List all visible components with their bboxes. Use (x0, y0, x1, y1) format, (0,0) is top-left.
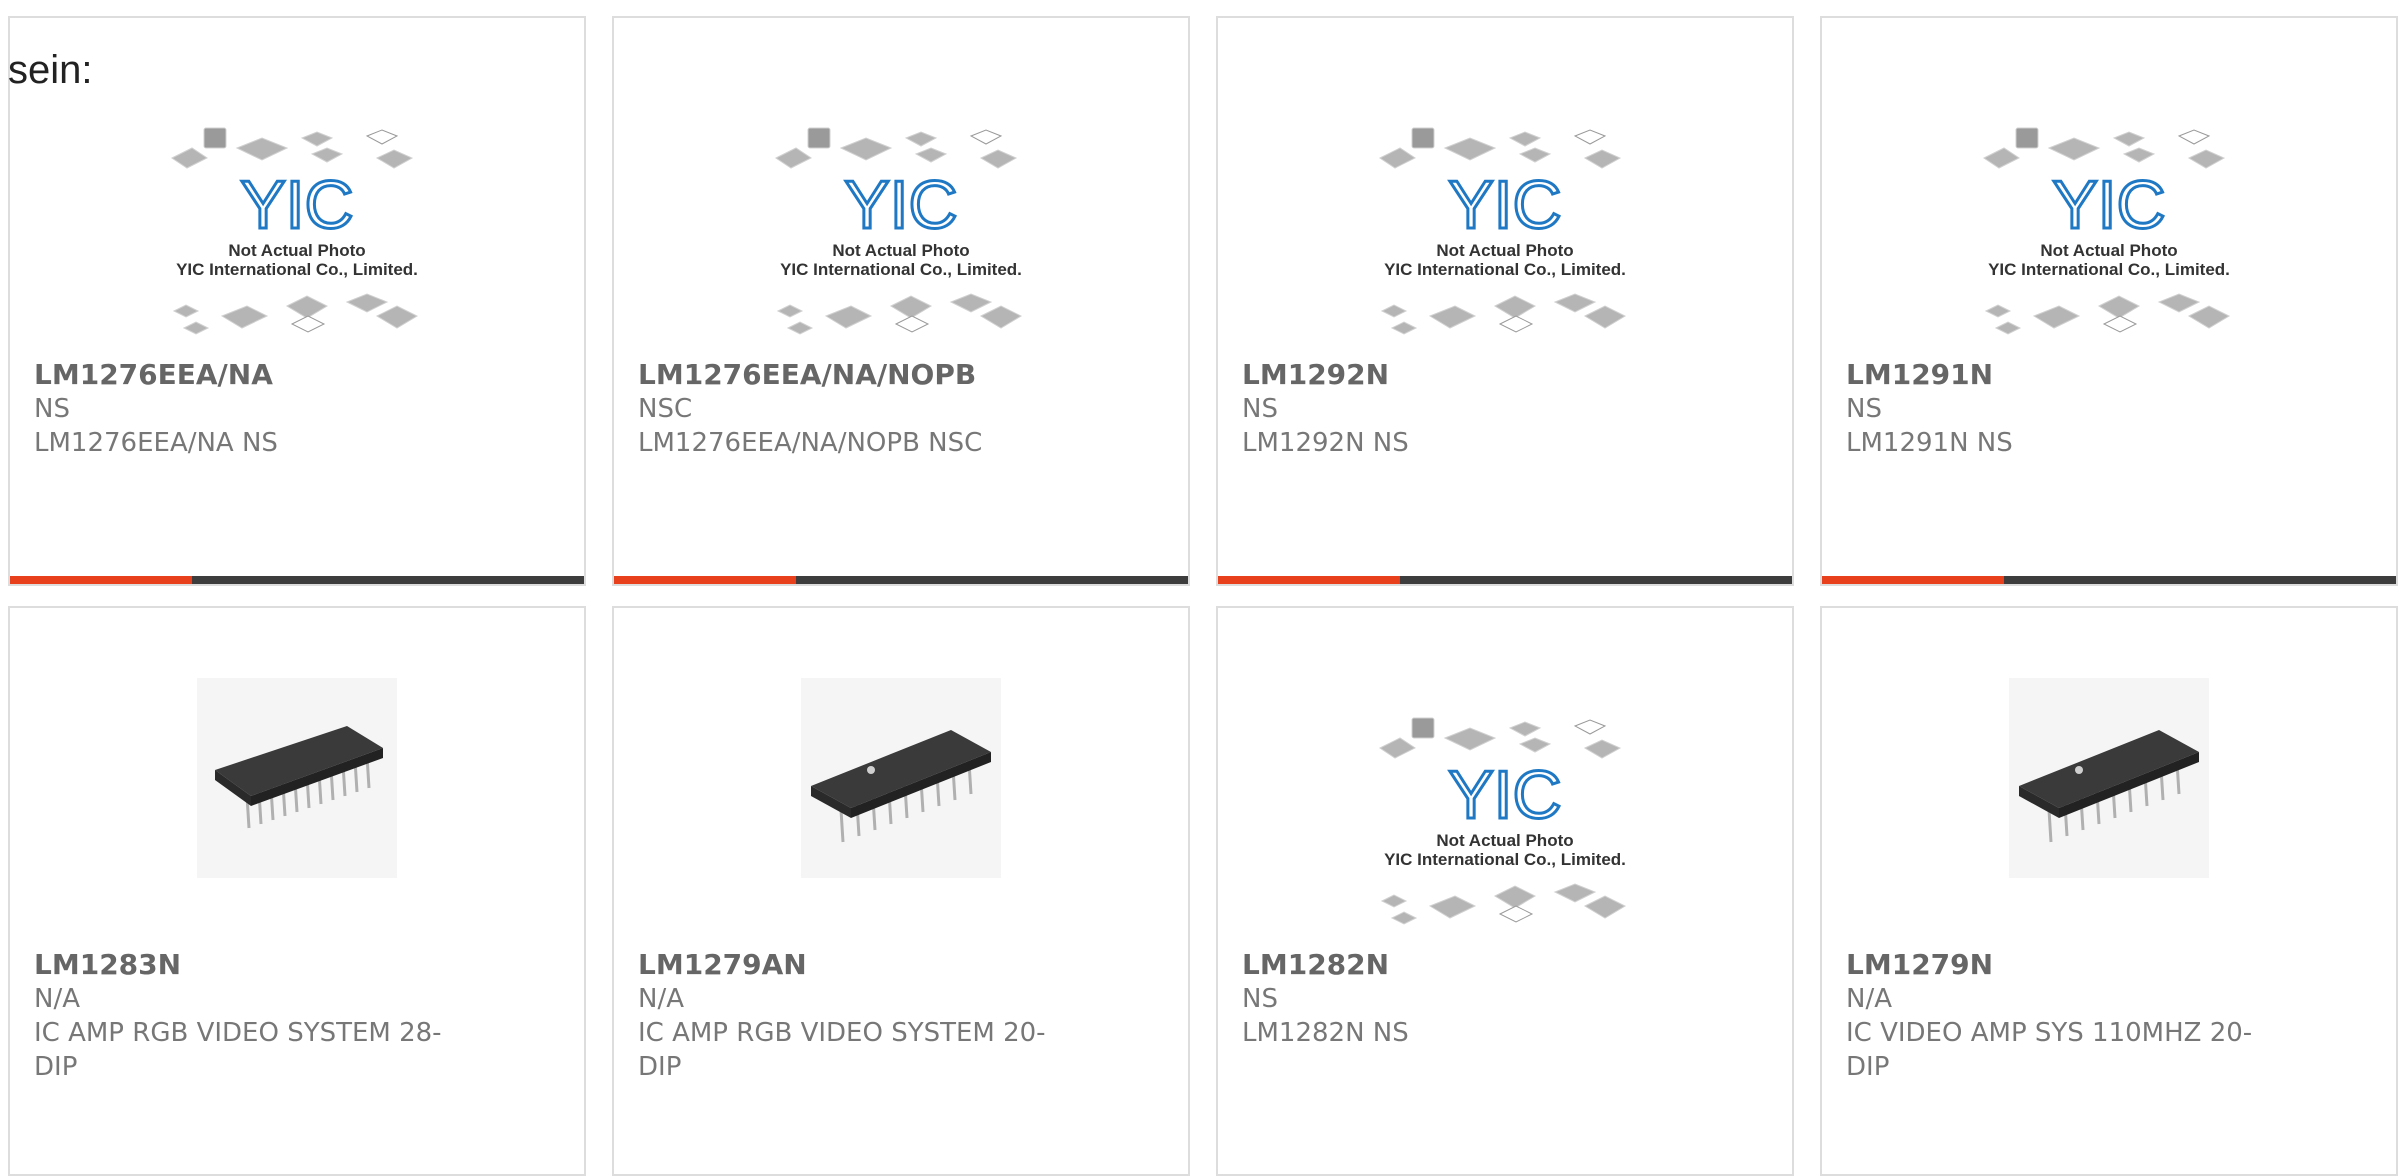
description: LM1291N NS (1846, 428, 2013, 458)
manufacturer: N/A (34, 984, 80, 1014)
logo-text: YIC (844, 167, 957, 243)
description: IC VIDEO AMP SYS 110MHZ 20-DIP (1846, 1018, 2253, 1082)
card-bar (1218, 576, 1792, 584)
logo-text: YIC (1448, 167, 1561, 243)
placeholder-image: YIC Not Actual Photo YIC International C… (1983, 127, 2231, 335)
product-card[interactable]: LM1283N N/A IC AMP RGB VIDEO SYSTEM 28-D… (8, 606, 586, 1176)
placeholder-caption-1: Not Actual Photo (228, 241, 365, 260)
product-card[interactable]: YIC Not Actual Photo YIC International C… (1216, 16, 1794, 586)
description: IC AMP RGB VIDEO SYSTEM 20-DIP (638, 1018, 1046, 1082)
part-number[interactable]: LM1292N (1242, 358, 1389, 392)
placeholder-caption-2: YIC International Co., Limited. (1988, 260, 2230, 279)
description: IC AMP RGB VIDEO SYSTEM 28-DIP (34, 1018, 442, 1082)
placeholder-caption-2: YIC International Co., Limited. (176, 260, 418, 279)
placeholder-caption-2: YIC International Co., Limited. (780, 260, 1022, 279)
card-bar-accent (1218, 576, 1400, 584)
placeholder-caption-1: Not Actual Photo (832, 241, 969, 260)
description: LM1292N NS (1242, 428, 1409, 458)
description: LM1276EEA/NA/NOPB NSC (638, 428, 983, 458)
chip-image (197, 678, 397, 878)
card-bar (614, 576, 1188, 584)
product-card[interactable]: YIC Not Actual Photo YIC International C… (1216, 606, 1794, 1176)
page-label: sein: (8, 48, 93, 92)
placeholder-caption-1: Not Actual Photo (1436, 241, 1573, 260)
manufacturer: NS (1242, 984, 1278, 1014)
manufacturer: NS (1242, 394, 1278, 424)
card-bar-accent (10, 576, 192, 584)
description: LM1282N NS (1242, 1018, 1409, 1048)
placeholder-image: YIC Not Actual Photo YIC International C… (775, 127, 1023, 335)
card-bar-accent (614, 576, 796, 584)
part-number[interactable]: LM1279N (1846, 948, 1993, 982)
product-card[interactable]: YIC Not Actual Photo YIC International C… (612, 16, 1190, 586)
card-bar-accent (1822, 576, 2004, 584)
manufacturer: NS (1846, 394, 1882, 424)
placeholder-caption-2: YIC International Co., Limited. (1384, 850, 1626, 869)
manufacturer: NS (34, 394, 70, 424)
placeholder-image: YIC Not Actual Photo YIC International C… (171, 127, 419, 335)
manufacturer: N/A (1846, 984, 1892, 1014)
logo-text: YIC (240, 167, 353, 243)
part-number[interactable]: LM1276EEA/NA/NOPB (638, 358, 976, 392)
part-number[interactable]: LM1291N (1846, 358, 1993, 392)
placeholder-image: YIC Not Actual Photo YIC International C… (1379, 127, 1627, 335)
manufacturer: NSC (638, 394, 693, 424)
chip-image (2009, 678, 2209, 878)
part-number[interactable]: LM1276EEA/NA (34, 358, 273, 392)
placeholder-image: YIC Not Actual Photo YIC International C… (1379, 717, 1627, 925)
placeholder-caption-1: Not Actual Photo (2040, 241, 2177, 260)
placeholder-caption-1: Not Actual Photo (1436, 831, 1573, 850)
part-number[interactable]: LM1279AN (638, 948, 807, 982)
placeholder-caption-2: YIC International Co., Limited. (1384, 260, 1626, 279)
logo-text: YIC (2052, 167, 2165, 243)
product-card[interactable]: LM1279N N/A IC VIDEO AMP SYS 110MHZ 20-D… (1820, 606, 2398, 1176)
part-number[interactable]: LM1282N (1242, 948, 1389, 982)
manufacturer: N/A (638, 984, 684, 1014)
description: LM1276EEA/NA NS (34, 428, 278, 458)
product-card[interactable]: YIC Not Actual Photo YIC International C… (8, 16, 586, 586)
logo-text: YIC (1448, 757, 1561, 833)
part-number[interactable]: LM1283N (34, 948, 181, 982)
product-card[interactable]: LM1279AN N/A IC AMP RGB VIDEO SYSTEM 20-… (612, 606, 1190, 1176)
card-bar (1822, 576, 2396, 584)
product-card[interactable]: YIC Not Actual Photo YIC International C… (1820, 16, 2398, 586)
card-bar (10, 576, 584, 584)
chip-image (801, 678, 1001, 878)
